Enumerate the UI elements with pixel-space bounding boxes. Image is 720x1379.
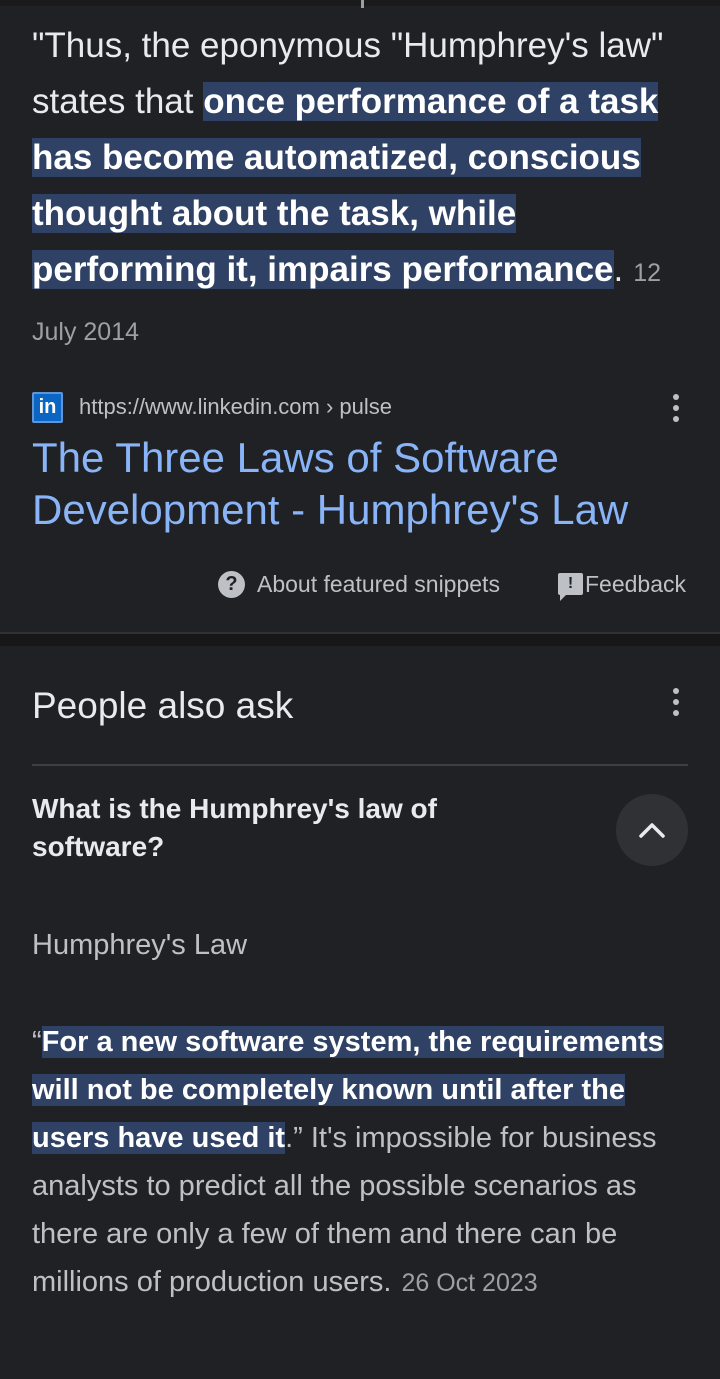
collapse-question-button[interactable]	[616, 794, 688, 866]
feedback-link[interactable]: ! Feedback	[558, 566, 686, 602]
search-results-page: "Thus, the eponymous "Humphrey's law" st…	[0, 0, 720, 1379]
snippet-text-after: .	[613, 250, 624, 289]
paa-divider	[32, 764, 688, 766]
about-featured-snippets-link[interactable]: ? About featured snippets	[218, 566, 500, 602]
answer-source-title: Humphrey's Law	[32, 929, 248, 961]
snippet-source-row[interactable]: in https://www.linkedin.com › pulse	[32, 390, 692, 424]
answer-open-quote: “	[32, 1026, 42, 1058]
people-also-ask-title: People also ask	[32, 685, 294, 726]
linkedin-favicon-icon: in	[32, 391, 63, 423]
feedback-icon: !	[558, 573, 583, 601]
featured-snippet-text: "Thus, the eponymous "Humphrey's law" st…	[32, 18, 692, 360]
source-url[interactable]: https://www.linkedin.com › pulse	[79, 394, 392, 420]
paa-answer-text: “For a new software system, the requirem…	[32, 1018, 692, 1307]
help-circle-icon: ?	[218, 570, 245, 598]
more-vert-icon[interactable]	[664, 388, 688, 428]
top-edge	[0, 0, 720, 6]
chevron-up-icon	[639, 823, 665, 838]
paa-more-vert-icon[interactable]	[664, 682, 688, 722]
section-divider	[0, 632, 720, 646]
about-featured-snippets-label: About featured snippets	[257, 570, 500, 597]
result-title-link[interactable]: The Three Laws of Software Development -…	[32, 432, 702, 536]
scroll-marker	[361, 0, 364, 8]
answer-date: 26 Oct 2023	[401, 1269, 538, 1297]
paa-question[interactable]: What is the Humphrey's law of software?	[32, 790, 552, 866]
feedback-label: Feedback	[585, 570, 687, 597]
